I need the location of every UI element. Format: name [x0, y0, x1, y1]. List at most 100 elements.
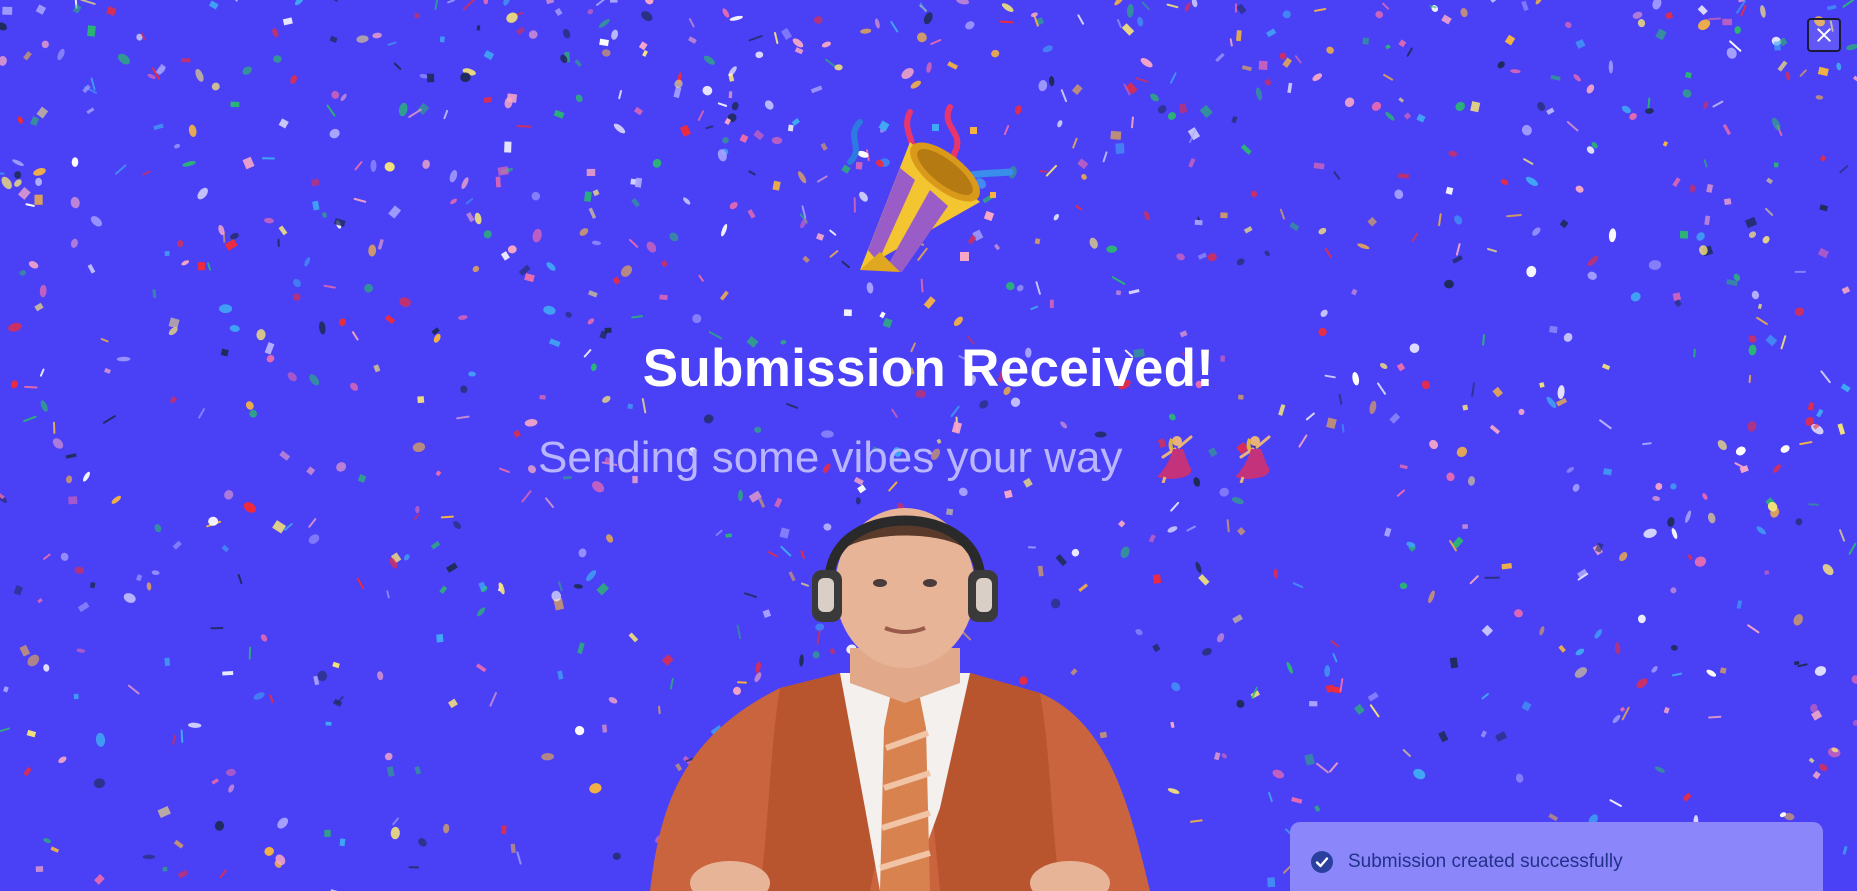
- confetti-piece: [524, 273, 535, 283]
- confetti-piece: [641, 11, 653, 22]
- confetti-piece: [334, 218, 346, 227]
- confetti-piece: [791, 118, 800, 126]
- confetti-piece: [574, 59, 582, 68]
- confetti-piece: [1449, 657, 1459, 669]
- confetti-piece: [477, 607, 486, 617]
- confetti-piece: [1035, 281, 1041, 295]
- confetti-piece: [1808, 757, 1815, 764]
- confetti-piece: [1448, 150, 1458, 157]
- confetti-piece: [721, 223, 728, 237]
- confetti-piece: [146, 582, 152, 591]
- confetti-piece: [12, 159, 24, 167]
- confetti-piece: [1241, 65, 1252, 72]
- confetti-piece: [449, 170, 458, 183]
- confetti-piece: [1672, 292, 1681, 301]
- confetti-piece: [102, 415, 116, 424]
- confetti-piece: [829, 250, 839, 258]
- confetti-piece: [729, 15, 743, 21]
- confetti-piece: [384, 752, 393, 761]
- confetti-piece: [1314, 805, 1321, 813]
- confetti-piece: [117, 53, 130, 65]
- confetti-piece: [35, 4, 47, 15]
- confetti-piece: [180, 729, 184, 743]
- confetti-piece: [620, 265, 633, 277]
- confetti-piece: [1645, 108, 1654, 114]
- confetti-piece: [261, 157, 276, 160]
- confetti-piece: [0, 22, 7, 31]
- confetti-piece: [13, 585, 24, 596]
- confetti-piece: [290, 75, 297, 84]
- confetti-piece: [41, 40, 49, 49]
- confetti-piece: [1636, 678, 1648, 689]
- confetti-piece: [1382, 2, 1390, 10]
- confetti-piece: [19, 644, 31, 657]
- confetti-piece: [135, 574, 143, 582]
- confetti-piece: [1757, 303, 1763, 310]
- confetti-piece: [324, 829, 331, 837]
- confetti-piece: [1521, 124, 1532, 136]
- confetti-piece: [1515, 773, 1524, 783]
- confetti-piece: [1278, 404, 1286, 416]
- confetti-piece: [1428, 590, 1435, 604]
- confetti-piece: [1150, 93, 1159, 102]
- confetti-piece: [224, 490, 234, 500]
- confetti-piece: [1747, 624, 1760, 634]
- confetti-piece: [87, 25, 96, 37]
- confetti-piece: [152, 289, 157, 298]
- confetti-piece: [1682, 792, 1692, 802]
- confetti-piece: [386, 590, 390, 599]
- confetti-piece: [527, 465, 537, 474]
- confetti-piece: [1706, 669, 1717, 677]
- confetti-piece: [545, 497, 555, 509]
- confetti-piece: [1060, 89, 1068, 103]
- confetti-piece: [1619, 706, 1626, 713]
- confetti-piece: [1294, 55, 1302, 64]
- confetti-piece: [1168, 413, 1176, 421]
- confetti-piece: [722, 8, 730, 18]
- confetti-piece: [669, 232, 679, 242]
- confetti-piece: [456, 415, 470, 420]
- confetti-piece: [1501, 563, 1513, 570]
- confetti-piece: [1851, 675, 1857, 684]
- confetti-piece: [1075, 205, 1083, 211]
- confetti-piece: [1632, 11, 1643, 19]
- confetti-piece: [422, 159, 430, 169]
- toast-message: Submission created successfully: [1348, 851, 1623, 872]
- confetti-piece: [1131, 116, 1134, 129]
- confetti-piece: [834, 64, 843, 71]
- confetti-piece: [1016, 284, 1024, 292]
- confetti-piece: [739, 133, 749, 143]
- confetti-piece: [1603, 468, 1613, 476]
- confetti-piece: [1394, 189, 1404, 200]
- confetti-piece: [25, 203, 35, 207]
- confetti-piece: [965, 21, 975, 30]
- confetti-piece: [35, 177, 43, 186]
- confetti-piece: [269, 694, 274, 703]
- confetti-piece: [177, 869, 189, 879]
- confetti-piece: [926, 62, 932, 73]
- confetti-piece: [1264, 250, 1270, 256]
- confetti-piece: [1566, 466, 1575, 473]
- confetti-piece: [843, 309, 852, 317]
- confetti-piece: [1431, 5, 1439, 12]
- close-icon: [1817, 28, 1831, 42]
- confetti-piece: [956, 0, 970, 5]
- confetti-piece: [786, 402, 798, 409]
- confetti-piece: [1707, 512, 1716, 524]
- confetti-piece: [802, 255, 810, 264]
- confetti-piece: [882, 317, 893, 329]
- close-button[interactable]: [1807, 18, 1841, 52]
- check-circle-icon: [1311, 851, 1333, 873]
- confetti-piece: [1506, 214, 1522, 218]
- confetti-piece: [794, 47, 804, 55]
- confetti-piece: [1765, 207, 1774, 216]
- confetti-piece: [1236, 526, 1246, 536]
- confetti-piece: [0, 727, 10, 733]
- confetti-piece: [476, 25, 481, 31]
- confetti-piece: [1316, 762, 1329, 774]
- confetti-piece: [214, 820, 225, 831]
- confetti-piece: [242, 156, 255, 170]
- confetti-piece: [172, 734, 176, 746]
- confetti-piece: [1243, 226, 1253, 234]
- confetti-piece: [1663, 706, 1670, 714]
